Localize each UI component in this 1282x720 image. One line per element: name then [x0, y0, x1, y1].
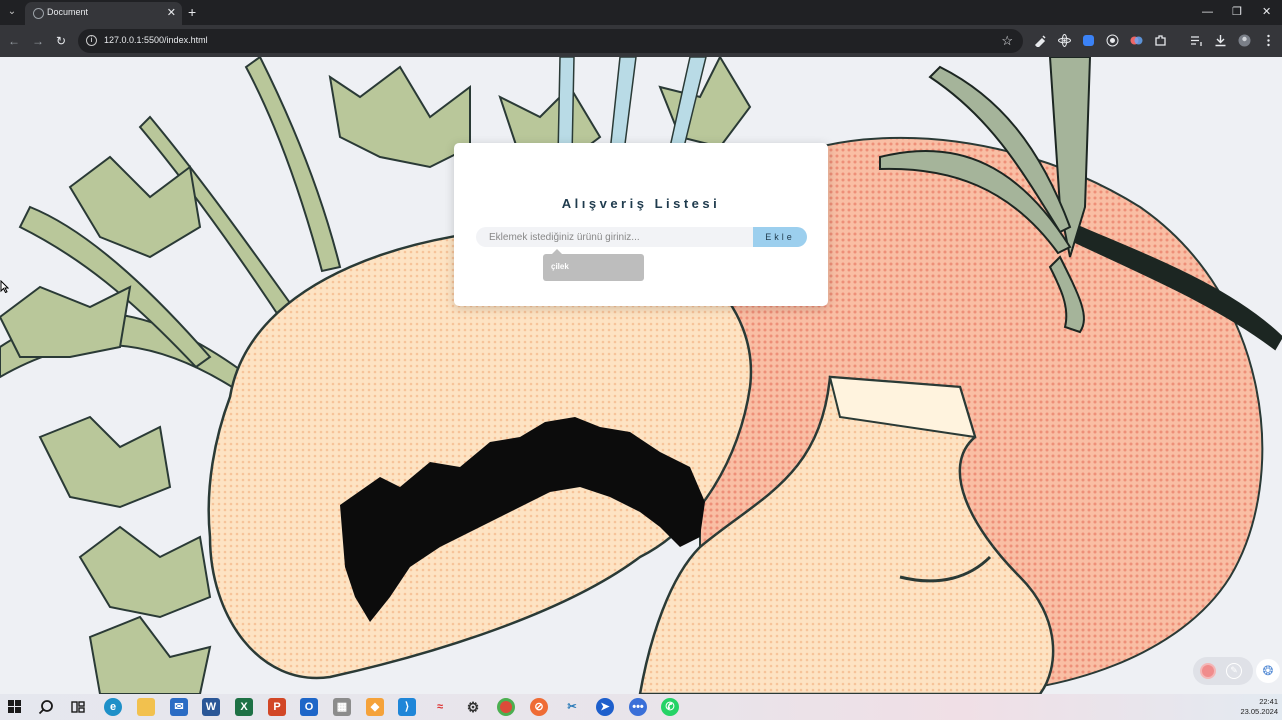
color-extension-icon[interactable] [1130, 34, 1143, 47]
task-view-icon[interactable] [71, 700, 85, 714]
messenger-icon[interactable]: ➤ [596, 698, 614, 716]
taskbar: e ✉ W X P O ▦ ◆ ⟩ ≈ ⚙ ⊘ ✂ ➤ ••• ✆ 22:41 … [0, 694, 1282, 720]
search-icon[interactable] [38, 699, 54, 715]
record-extension-icon[interactable] [1106, 34, 1119, 47]
page-title: Alışveriş Listesi [561, 196, 721, 211]
mouse-cursor-icon [0, 280, 9, 293]
clock-date: 23.05.2024 [1240, 707, 1278, 716]
browser-tab[interactable]: Document ✕ [25, 2, 182, 25]
tab-title: Document [47, 7, 89, 17]
eyedropper-extension-icon[interactable] [1034, 34, 1047, 47]
windows-start-icon[interactable] [8, 700, 21, 713]
media-queue-icon[interactable] [1190, 34, 1203, 47]
powerpoint-icon[interactable]: P [268, 698, 286, 716]
whatsapp-icon[interactable]: ✆ [661, 698, 679, 716]
app-icon[interactable]: ≈ [431, 698, 449, 716]
file-explorer-icon[interactable] [137, 698, 155, 716]
new-tab-button[interactable]: + [188, 4, 196, 20]
blue-extension-icon[interactable] [1082, 34, 1095, 47]
more-menu-icon[interactable] [1262, 34, 1275, 47]
excel-icon[interactable]: X [235, 698, 253, 716]
restore-button[interactable]: ❐ [1232, 4, 1242, 20]
edge-icon[interactable]: e [104, 698, 122, 716]
sourcetree-icon[interactable]: ◆ [366, 698, 384, 716]
back-button[interactable]: ← [8, 33, 20, 49]
brain-icon[interactable]: ❂ [1256, 659, 1280, 683]
chat-app-icon[interactable]: ••• [629, 698, 647, 716]
site-info-icon[interactable]: i [86, 35, 97, 46]
forward-button[interactable]: → [32, 33, 44, 49]
chrome-icon[interactable] [497, 698, 515, 716]
reload-button[interactable]: ↻ [56, 33, 66, 49]
minimize-button[interactable]: — [1202, 4, 1213, 20]
add-button[interactable]: Ekle [753, 227, 807, 247]
bookmark-star-icon[interactable]: ☆ [1001, 33, 1013, 49]
vscode-icon[interactable]: ⟩ [398, 698, 416, 716]
shopping-list-card: Alışveriş Listesi Ekle çilek [454, 143, 828, 306]
snipping-tool-icon[interactable]: ✂ [563, 698, 581, 716]
tab-close-icon[interactable]: ✕ [167, 6, 176, 20]
browser-toolbar: ← → ↻ i 127.0.0.1:5500/index.html ☆ [0, 25, 1282, 57]
react-extension-icon[interactable] [1058, 34, 1071, 47]
list-item-text: çilek [551, 262, 569, 271]
recorder-widget: ✎ [1193, 657, 1253, 685]
profile-avatar-icon[interactable] [1238, 34, 1251, 47]
calculator-icon[interactable]: ▦ [333, 698, 351, 716]
settings-gear-icon[interactable]: ⚙ [464, 698, 482, 716]
clock-time: 22:41 [1259, 697, 1278, 706]
system-clock[interactable]: 22:41 23.05.2024 [1240, 697, 1278, 717]
list-item[interactable]: çilek [543, 249, 644, 281]
word-icon[interactable]: W [202, 698, 220, 716]
extensions-puzzle-icon[interactable] [1154, 34, 1167, 47]
item-input[interactable] [476, 227, 754, 247]
globe-icon [33, 8, 44, 19]
mail-icon[interactable]: ✉ [170, 698, 188, 716]
compass-app-icon[interactable]: ⊘ [530, 698, 548, 716]
url-text: 127.0.0.1:5500/index.html [104, 35, 208, 45]
window-close-button[interactable]: ✕ [1262, 4, 1271, 20]
tab-search-icon[interactable]: ⌄ [4, 4, 20, 20]
download-icon[interactable] [1214, 34, 1227, 47]
address-bar[interactable]: i 127.0.0.1:5500/index.html ☆ [78, 29, 1023, 53]
pen-icon[interactable]: ✎ [1226, 663, 1242, 679]
browser-tab-bar: ⌄ Document ✕ + — ❐ ✕ [0, 0, 1282, 25]
record-icon[interactable] [1200, 663, 1216, 679]
outlook-icon[interactable]: O [300, 698, 318, 716]
